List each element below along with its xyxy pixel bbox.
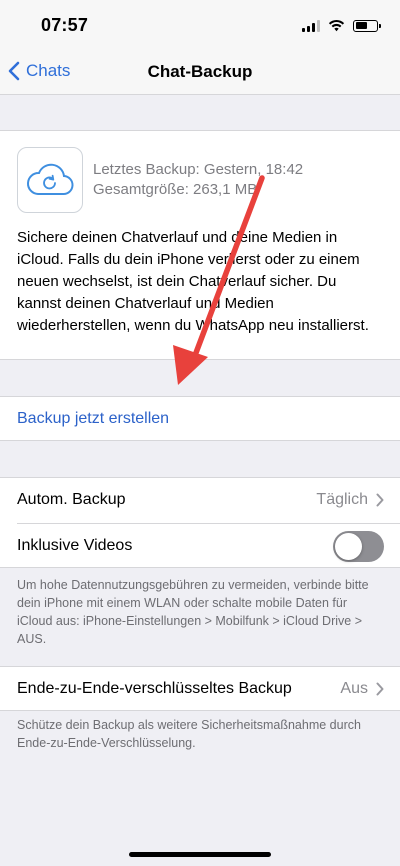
backup-now-button[interactable]: Backup jetzt erstellen: [17, 410, 169, 428]
auto-backup-row[interactable]: Autom. Backup Täglich: [0, 478, 400, 524]
e2e-backup-value-control[interactable]: Aus: [340, 680, 384, 698]
e2e-backup-value: Aus: [340, 680, 368, 697]
e2e-backup-row[interactable]: Ende-zu-Ende-verschlüsseltes Backup Aus: [0, 666, 400, 711]
e2e-footnote: Schütze dein Backup als weitere Sicherhe…: [17, 718, 361, 750]
include-videos-toggle[interactable]: [333, 531, 384, 562]
chevron-right-icon: [376, 493, 384, 507]
signal-icon: [302, 19, 320, 32]
chevron-right-icon: [376, 682, 384, 696]
status-icons: [302, 19, 381, 32]
nav-bar: Chats Chat-Backup: [0, 52, 400, 95]
status-time: 07:57: [41, 15, 89, 35]
toggle-knob: [335, 533, 362, 560]
total-size-text: Gesamtgröße: 263,1 MB: [93, 181, 258, 198]
status-bar: 07:57: [0, 0, 400, 52]
last-backup-text: Letztes Backup: Gestern, 18:42: [93, 161, 304, 178]
auto-backup-label: Autom. Backup: [17, 491, 126, 508]
e2e-backup-label: Ende-zu-Ende-verschlüsseltes Backup: [17, 680, 292, 697]
include-videos-row: Inklusive Videos: [0, 524, 400, 569]
backup-settings-group: Autom. Backup Täglich Inklusive Videos: [0, 477, 400, 568]
battery-icon: [353, 19, 381, 32]
auto-backup-value-control[interactable]: Täglich: [316, 491, 384, 509]
backup-now-row[interactable]: Backup jetzt erstellen: [0, 396, 400, 441]
data-usage-footnote: Um hohe Datennutzungsgebühren zu vermeid…: [17, 578, 369, 646]
cloud-sync-icon: [27, 163, 74, 196]
auto-backup-value: Täglich: [316, 491, 368, 508]
backup-description: Sichere deinen Chatverlauf und deine Med…: [17, 229, 369, 334]
icloud-icon-box: [17, 147, 83, 213]
backup-info-card: Letztes Backup: Gestern, 18:42 Gesamtgrö…: [0, 130, 400, 360]
backup-meta: Letztes Backup: Gestern, 18:42 Gesamtgrö…: [93, 160, 303, 200]
include-videos-label: Inklusive Videos: [17, 537, 133, 554]
home-indicator: [129, 852, 271, 857]
wifi-icon: [328, 19, 345, 32]
page-title: Chat-Backup: [147, 62, 253, 81]
